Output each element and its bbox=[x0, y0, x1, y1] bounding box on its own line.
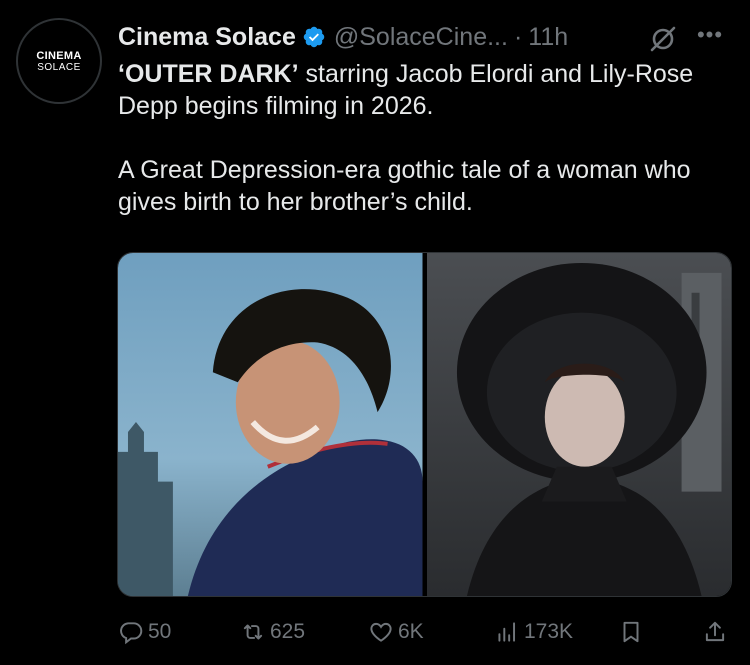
bookmark-button[interactable] bbox=[618, 612, 644, 652]
bookmark-icon bbox=[623, 621, 639, 643]
avatar-line2: SOLACE bbox=[37, 61, 81, 73]
reply-button[interactable]: 50 bbox=[118, 612, 171, 652]
views-button[interactable]: 173K bbox=[494, 612, 573, 652]
tweet-title: ‘OUTER DARK’ bbox=[118, 60, 299, 88]
handle[interactable]: @SolaceCine... bbox=[334, 23, 508, 52]
like-count: 6K bbox=[398, 620, 424, 643]
heart-icon bbox=[370, 622, 392, 642]
media-grid[interactable] bbox=[117, 252, 732, 597]
tweet-header: Cinema Solace @SolaceCine... · 11h bbox=[118, 20, 568, 54]
tweet-actions: 50 625 6K 173K bbox=[118, 612, 730, 652]
views-icon bbox=[498, 622, 516, 642]
reply-count: 50 bbox=[148, 620, 172, 643]
retweet-button[interactable]: 625 bbox=[240, 612, 305, 652]
like-button[interactable]: 6K bbox=[368, 612, 424, 652]
reply-icon bbox=[120, 622, 143, 645]
share-icon bbox=[705, 621, 725, 642]
photo-left-image bbox=[118, 253, 423, 596]
tweet-text: ‘OUTER DARK’ starring Jacob Elordi and L… bbox=[118, 58, 728, 218]
photo-right-image bbox=[426, 253, 731, 596]
display-name[interactable]: Cinema Solace bbox=[118, 23, 296, 52]
avatar-line1: CINEMA bbox=[36, 49, 82, 62]
verified-badge-icon bbox=[303, 26, 325, 48]
more-icon[interactable]: ••• bbox=[690, 22, 730, 52]
retweet-icon bbox=[243, 624, 263, 640]
retweet-count: 625 bbox=[270, 620, 306, 643]
share-button[interactable] bbox=[702, 612, 728, 652]
avatar[interactable]: CINEMA SOLACE bbox=[16, 18, 102, 104]
photo-left[interactable] bbox=[118, 253, 423, 596]
views-count: 173K bbox=[524, 620, 574, 643]
timestamp[interactable]: 11h bbox=[528, 23, 568, 52]
separator: · bbox=[513, 22, 523, 51]
grok-icon[interactable] bbox=[648, 24, 678, 54]
tweet-paragraph-2: A Great Depression-era gothic tale of a … bbox=[118, 156, 691, 216]
photo-right[interactable] bbox=[426, 253, 731, 596]
